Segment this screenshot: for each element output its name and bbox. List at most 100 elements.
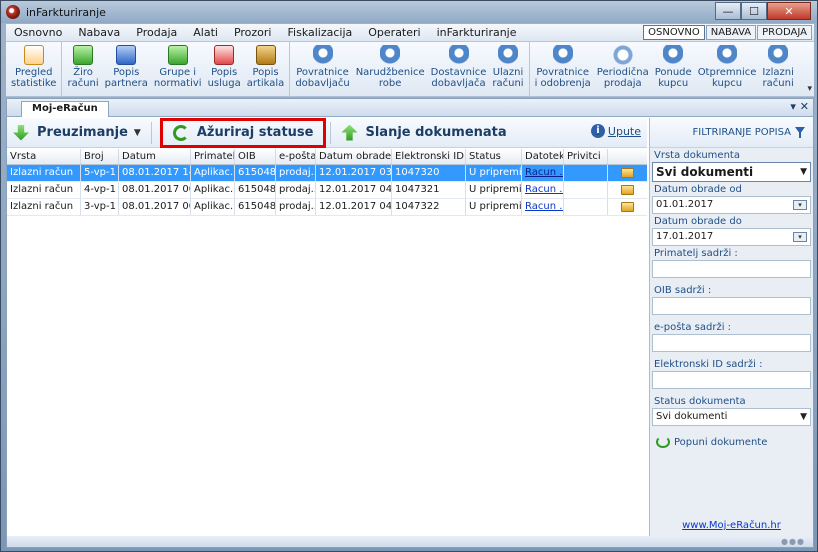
ribbon-izlazni-racuni[interactable]: Izlazni računi	[759, 42, 796, 97]
cell-datoteka[interactable]: Racun ...	[522, 165, 564, 181]
folder-icon[interactable]	[621, 202, 634, 212]
primatelj-input[interactable]	[652, 260, 811, 278]
column-datoteka[interactable]: Datoteka	[522, 149, 564, 164]
oib-input[interactable]	[652, 297, 811, 315]
view-tab-nabava[interactable]: NABAVA	[705, 25, 757, 40]
chevron-down-icon[interactable]: ▼	[800, 163, 807, 181]
folder-icon[interactable]	[621, 168, 634, 178]
menu-alati[interactable]: Alati	[185, 26, 226, 39]
partners-icon	[116, 45, 137, 65]
preuzimanje-button[interactable]: Preuzimanje ▼	[7, 120, 147, 146]
return-car-icon	[312, 45, 333, 65]
ribbon-ulazni-racuni[interactable]: Ulazni računi	[489, 42, 526, 97]
azuriraj-statuse-button[interactable]: Ažuriraj statuse	[159, 117, 327, 148]
elektronski-id-label: Elektronski ID sadrži :	[654, 359, 763, 370]
window-controls: — ☐ ✕	[715, 2, 811, 20]
ribbon-popis-partnera[interactable]: Popis partnera	[102, 42, 151, 97]
menu-infarkturiranje[interactable]: inFarkturiranje	[429, 26, 525, 39]
ribbon-povratnice-odobrenja[interactable]: Povratnice i odobrenja	[532, 42, 594, 97]
cell-oib: 615048...	[235, 182, 276, 198]
menu-fiskalizacija[interactable]: Fiskalizacija	[280, 26, 361, 39]
menu-prozori[interactable]: Prozori	[226, 26, 280, 39]
tab-moj-eracun[interactable]: Moj-eRačun	[21, 101, 109, 117]
documents-grid: Vrsta Broj Datum Primatelj/I OIB e-pošta…	[7, 149, 647, 545]
chevron-down-icon[interactable]: ▼	[800, 409, 807, 425]
column-datum-obrade[interactable]: Datum obrade	[316, 149, 392, 164]
ribbon-narudzbenice-robe[interactable]: Narudžbenice robe	[353, 42, 428, 97]
table-row[interactable]: Izlazni račun5-vp-108.01.2017 14:42Aplik…	[7, 165, 647, 182]
popuni-dokumente-button[interactable]: Popuni dokumente	[650, 426, 813, 448]
column-broj[interactable]: Broj	[81, 149, 119, 164]
ribbon-overflow-icon[interactable]: ▾	[807, 84, 812, 94]
app-logo-icon	[6, 5, 20, 19]
cell-status: U pripremi	[466, 199, 522, 215]
slanje-dokumenata-button[interactable]: Slanje dokumenata	[335, 120, 512, 146]
column-primatelj[interactable]: Primatelj/I	[191, 149, 235, 164]
datum-od-value: 01.01.2017	[656, 199, 714, 210]
cell-datoteka[interactable]: Racun ...	[522, 182, 564, 198]
table-row[interactable]: Izlazni račun4-vp-108.01.2017 00:56Aplik…	[7, 182, 647, 199]
view-tab-osnovno[interactable]: OSNOVNO	[643, 25, 705, 40]
eposta-input[interactable]	[652, 334, 811, 352]
funnel-icon[interactable]	[795, 127, 805, 138]
table-row[interactable]: Izlazni račun3-vp-108.01.2017 00:56Aplik…	[7, 199, 647, 216]
ribbon-popis-usluga[interactable]: Popis usluga	[205, 42, 244, 97]
column-elektronski-id[interactable]: Elektronski ID	[392, 149, 466, 164]
order-car-icon	[380, 45, 401, 65]
offer-car-icon	[663, 45, 684, 65]
menu-osnovno[interactable]: Osnovno	[6, 26, 70, 39]
ribbon-ponude-kupcu[interactable]: Ponude kupcu	[652, 42, 695, 97]
status-dokumenta-select[interactable]: Svi dokumenti ▼	[652, 408, 811, 426]
maximize-button[interactable]: ☐	[741, 2, 767, 20]
datum-od-input[interactable]: 01.01.2017 ▾	[652, 196, 811, 214]
upute-label: Upute	[607, 124, 641, 138]
elektronski-id-input[interactable]	[652, 371, 811, 389]
column-status[interactable]: Status	[466, 149, 522, 164]
calendar-icon[interactable]: ▾	[793, 232, 807, 242]
column-oib[interactable]: OIB	[235, 149, 276, 164]
column-eposta[interactable]: e-pošta	[276, 149, 316, 164]
cell-elektronski-id: 1047322	[392, 199, 466, 215]
cell-eposta: prodaj...	[276, 199, 316, 215]
menu-operateri[interactable]: Operateri	[360, 26, 428, 39]
minimize-button[interactable]: —	[715, 2, 741, 20]
website-link[interactable]: www.Moj-eRačun.hr	[650, 520, 813, 531]
menu-prodaja[interactable]: Prodaja	[128, 26, 185, 39]
toolbar-separator	[150, 121, 152, 144]
ribbon-povratnice-dobavljacu[interactable]: Povratnice dobavljaču	[292, 42, 352, 97]
cell-vrsta: Izlazni račun	[7, 182, 81, 198]
ribbon-dostavnice-dobavljaca[interactable]: Dostavnice dobavljača	[428, 42, 490, 97]
resize-grip-icon[interactable]: ●●●	[781, 537, 805, 546]
ribbon-pregled-statistike[interactable]: Pregled statistike	[8, 42, 59, 97]
column-datum[interactable]: Datum	[119, 149, 191, 164]
ribbon-grupe-normativi[interactable]: Grupe i normativi	[151, 42, 205, 97]
cell-datum: 08.01.2017 00:56	[119, 199, 191, 215]
filter-header: FILTRIRANJE POPISA	[650, 118, 813, 148]
chevron-down-icon[interactable]: ▼	[134, 128, 141, 138]
ribbon-otpremnice-kupcu[interactable]: Otpremnice kupcu	[695, 42, 760, 97]
menu-nabava[interactable]: Nabava	[70, 26, 128, 39]
tab-controls[interactable]: ▾ ✕	[790, 100, 809, 113]
cell-datoteka[interactable]: Racun ...	[522, 199, 564, 215]
ribbon-ziro-racuni[interactable]: Žiro računi	[64, 42, 101, 97]
cell-datum: 08.01.2017 00:56	[119, 182, 191, 198]
action-toolbar: Preuzimanje ▼ Ažuriraj statuse Slanje do…	[7, 117, 647, 148]
outgoing-car-icon	[768, 45, 789, 65]
ribbon-popis-artikala[interactable]: Popis artikala	[244, 42, 288, 97]
vrsta-dokumenta-select[interactable]: Svi dokumenti ▼	[652, 162, 811, 182]
ribbon-periodicna-prodaja[interactable]: Periodična prodaja	[594, 42, 652, 97]
status-bar: ●●●	[7, 536, 813, 547]
cell-broj: 5-vp-1	[81, 165, 119, 181]
column-vrsta[interactable]: Vrsta	[7, 149, 81, 164]
folder-icon[interactable]	[621, 185, 634, 195]
close-button[interactable]: ✕	[767, 2, 811, 20]
app-window: inFarkturiranje — ☐ ✕ Osnovno Nabava Pro…	[0, 0, 818, 552]
calendar-icon[interactable]: ▾	[793, 200, 807, 210]
cell-privitci	[564, 182, 608, 198]
column-privitci[interactable]: Privitci	[564, 149, 608, 164]
upute-link[interactable]: i Upute	[590, 124, 641, 138]
view-tab-prodaja[interactable]: PRODAJA	[757, 25, 812, 40]
datum-do-input[interactable]: 17.01.2017 ▾	[652, 228, 811, 246]
content-panel: Moj-eRačun ▾ ✕ Preuzimanje ▼ Ažuriraj st…	[6, 98, 814, 548]
ribbon-group-prodaja: Povratnice i odobrenja Periodična prodaja …	[530, 42, 799, 97]
